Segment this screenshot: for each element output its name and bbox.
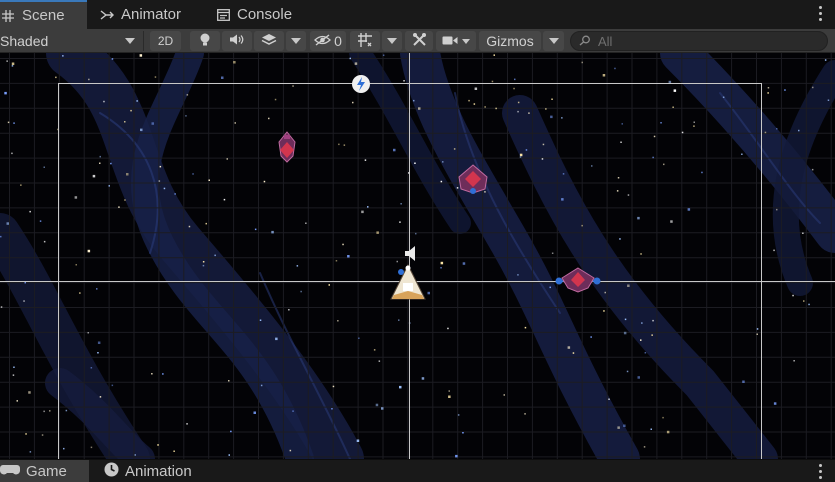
scene-toolbar: Shaded 2D 0 Gizmos All (0, 29, 835, 53)
tab-animation-label: Animation (125, 462, 192, 480)
search-placeholder: All (598, 33, 613, 49)
scene-visibility-button[interactable]: 0 (310, 31, 346, 51)
hidden-count: 0 (334, 33, 342, 49)
bottom-tab-bar: Game Animation (0, 459, 835, 482)
effects-dropdown[interactable] (286, 31, 306, 51)
tab-console-label: Console (237, 6, 293, 23)
gizmos-label: Gizmos (486, 33, 534, 49)
search-icon (579, 33, 592, 49)
tab-scene[interactable]: Scene (0, 0, 87, 29)
camera-icon (442, 33, 458, 49)
tab-menu-kebab-icon[interactable] (819, 6, 823, 24)
tab-console[interactable]: Console (203, 0, 302, 29)
tools-button[interactable] (405, 31, 433, 51)
tab-animator-label: Animator (121, 6, 182, 23)
layers-icon (261, 33, 277, 49)
toolbar-divider (143, 31, 144, 51)
audio-toggle-button[interactable] (222, 31, 252, 51)
gizmos-button[interactable]: Gizmos (479, 31, 541, 51)
animator-icon (99, 7, 115, 23)
editor-tab-bar: Scene Animator Console (0, 0, 835, 29)
lightning-gizmo-icon[interactable] (352, 75, 370, 93)
shading-mode-dropdown[interactable]: Shaded (0, 29, 142, 52)
grid-icon (0, 8, 16, 24)
chevron-down-icon (291, 38, 301, 44)
toggle-2d-button[interactable]: 2D (150, 31, 181, 51)
gamepad-icon (0, 463, 20, 480)
speaker-icon (229, 33, 245, 49)
chevron-down-icon (462, 38, 470, 44)
bottom-tab-menu-kebab-icon[interactable] (819, 464, 823, 482)
hidden-eye-icon (314, 33, 332, 49)
gizmos-dropdown[interactable] (543, 31, 564, 51)
tab-animation[interactable]: Animation (89, 460, 202, 482)
shading-mode-label: Shaded (0, 32, 49, 49)
lighting-toggle-button[interactable] (190, 31, 220, 51)
tab-scene-label: Scene (22, 7, 65, 24)
wrench-icon (412, 32, 427, 50)
clock-icon (104, 462, 119, 481)
chevron-down-icon (125, 38, 135, 44)
console-icon (215, 7, 231, 23)
tab-game-label: Game (26, 462, 67, 480)
chevron-down-icon (548, 38, 559, 44)
tab-animator[interactable]: Animator (87, 0, 203, 29)
tab-game[interactable]: Game (0, 460, 89, 482)
grid-snap-icon (357, 32, 373, 51)
hierarchy-search[interactable]: All (570, 31, 828, 51)
enemy-ship-1[interactable] (278, 131, 296, 163)
toggle-2d-label: 2D (157, 34, 174, 48)
scene-viewport[interactable] (0, 53, 835, 459)
grid-snap-button[interactable] (350, 31, 380, 51)
chevron-down-icon (387, 38, 397, 44)
camera-settings-button[interactable] (436, 31, 476, 51)
effects-toggle-button[interactable] (254, 31, 284, 51)
scene-canvas[interactable] (0, 53, 835, 459)
nebula-background (0, 53, 835, 459)
lightbulb-icon (199, 33, 211, 50)
grid-snap-dropdown[interactable] (382, 31, 402, 51)
